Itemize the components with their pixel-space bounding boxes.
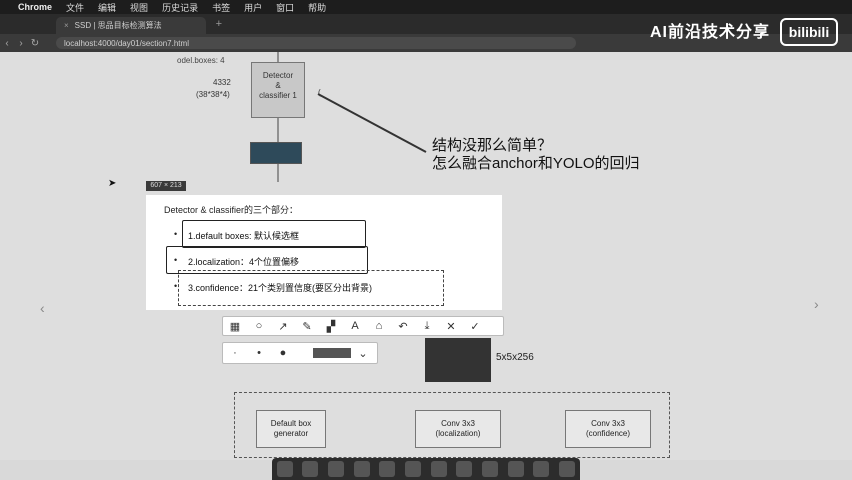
dock-app-icon[interactable] [482, 461, 499, 477]
highlight-rect-1[interactable] [182, 220, 366, 248]
close-tab-icon[interactable]: × [64, 21, 69, 30]
text-icon[interactable]: A [343, 320, 367, 332]
dock-app-icon[interactable] [405, 461, 422, 477]
menu-window[interactable]: 窗口 [276, 1, 294, 14]
paren-mark: ( [318, 88, 321, 97]
detector-classifier-box: Detector & classifier 1 [251, 62, 305, 118]
menu-history[interactable]: 历史记录 [162, 1, 198, 14]
dimension-count: 4332 [213, 78, 231, 87]
dock-app-icon[interactable] [456, 461, 473, 477]
size-small-icon[interactable]: · [223, 347, 247, 359]
feature-grid-graphic [425, 338, 491, 382]
confirm-icon[interactable]: ✓ [463, 320, 487, 333]
annotation-panel: Detector & classifier的三个部分： • • • 1.defa… [146, 195, 502, 310]
menu-user[interactable]: 用户 [244, 1, 262, 14]
back-icon[interactable]: ‹ [0, 38, 14, 49]
prev-slide-icon[interactable]: ‹ [40, 300, 45, 316]
pencil-icon[interactable]: ✎ [295, 320, 319, 333]
url-text: localhost:4000/day01/section7.html [64, 38, 189, 48]
mouse-cursor-icon: ➤ [108, 178, 117, 189]
url-field[interactable]: localhost:4000/day01/section7.html [56, 37, 576, 49]
size-medium-icon[interactable]: • [247, 347, 271, 359]
menu-bar: Chrome 文件 编辑 视图 历史记录 书签 用户 窗口 帮助 [0, 0, 852, 14]
menu-help[interactable]: 帮助 [308, 1, 326, 14]
dimension-formula: (38*38*4) [196, 90, 230, 99]
box-label: Conv 3x3 (confidence) [585, 419, 631, 438]
dock-app-icon[interactable] [328, 461, 345, 477]
feature-map-thumbnail [250, 142, 302, 164]
close-icon[interactable]: ✕ [439, 320, 463, 333]
tab-title: SSD | 思品目标检测算法 [74, 21, 162, 30]
detector-box-label: Detector & classifier 1 [259, 71, 297, 100]
dock-app-icon[interactable] [379, 461, 396, 477]
dock-app-icon[interactable] [430, 461, 447, 477]
download-icon[interactable]: ⤓ [415, 320, 439, 333]
undo-icon[interactable]: ↶ [391, 320, 415, 333]
new-tab-icon[interactable]: + [216, 18, 222, 30]
browser-tab[interactable]: × SSD | 思品目标检测算法 + [56, 17, 222, 34]
pen-options-toolbar: · • ● ⌄ [222, 342, 378, 364]
dock-app-icon[interactable] [533, 461, 550, 477]
conv-localization-box: Conv 3x3 (localization) [415, 410, 501, 448]
conv-confidence-box: Conv 3x3 (confidence) [565, 410, 651, 448]
circle-icon[interactable]: ○ [247, 320, 271, 332]
dock-app-icon[interactable] [276, 461, 293, 477]
screen: Chrome 文件 编辑 视图 历史记录 书签 用户 窗口 帮助 × SSD |… [0, 0, 852, 480]
arrow-icon[interactable]: ↗ [271, 320, 295, 333]
default-box-generator: Default box generator [256, 410, 326, 448]
dock-app-icon[interactable] [302, 461, 319, 477]
tag-icon[interactable]: ⌂ [367, 320, 391, 332]
chevron-down-icon[interactable]: ⌄ [351, 347, 375, 360]
next-slide-icon[interactable]: › [814, 296, 819, 312]
menu-app-name[interactable]: Chrome [18, 2, 52, 12]
menu-edit[interactable]: 编辑 [98, 1, 116, 14]
forward-icon[interactable]: › [14, 38, 28, 49]
bullet-icon: • [174, 281, 178, 291]
menu-bookmarks[interactable]: 书签 [212, 1, 230, 14]
menu-view[interactable]: 视图 [130, 1, 148, 14]
dock-app-icon[interactable] [353, 461, 370, 477]
selection-size-label: 607 × 213 [146, 181, 186, 191]
bilibili-logo: bilibili [780, 18, 838, 46]
box-label: Default box generator [270, 419, 312, 438]
dock-app-icon[interactable] [559, 461, 576, 477]
grid-dimension: 5x5x256 [496, 352, 534, 363]
screenshot-toolbar: ▦ ○ ↗ ✎ ▞ A ⌂ ↶ ⤓ ✕ ✓ [222, 316, 504, 336]
blur-icon[interactable]: ▞ [319, 320, 343, 333]
menu-file[interactable]: 文件 [66, 1, 84, 14]
box-label: Conv 3x3 (localization) [435, 419, 481, 438]
size-large-icon[interactable]: ● [271, 347, 295, 359]
panel-title: Detector & classifier的三个部分： [164, 205, 299, 215]
color-swatch[interactable] [313, 348, 351, 358]
dock-app-icon[interactable] [507, 461, 524, 477]
truncated-text: odel.boxes: 4 [177, 56, 225, 65]
watermark-text: AI前沿技术分享 [650, 24, 771, 41]
selection-rect[interactable] [178, 270, 444, 306]
mosaic-icon[interactable]: ▦ [223, 320, 247, 333]
bullet-icon: • [174, 229, 178, 239]
dock [272, 458, 580, 480]
reload-icon[interactable]: ↻ [28, 38, 42, 49]
note-line-2: 怎么融合anchor和YOLO的回归 [432, 155, 640, 172]
